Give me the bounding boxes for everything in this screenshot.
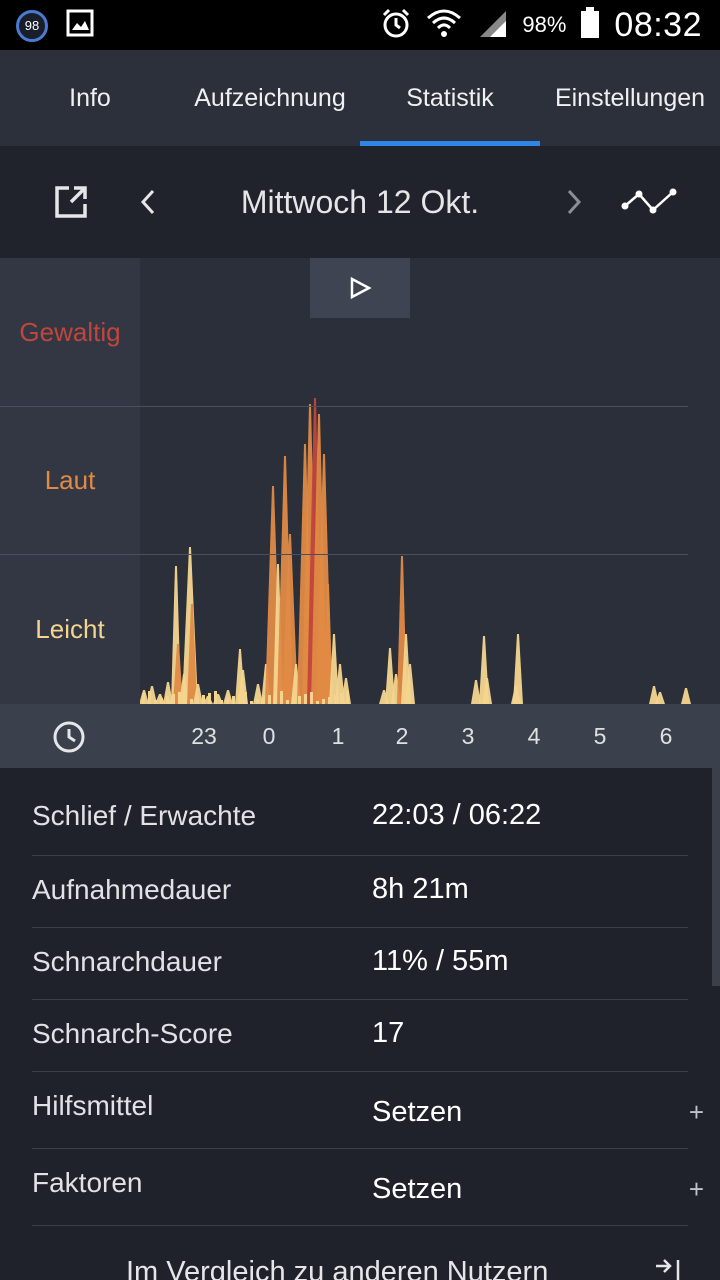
add-remedy-icon[interactable]: + xyxy=(689,1097,704,1128)
chevron-left-icon[interactable] xyxy=(130,176,166,228)
stat-label: Schnarch-Score xyxy=(32,1018,233,1049)
snore-speckle xyxy=(340,693,343,704)
date-title: Mittwoch 12 Okt. xyxy=(240,183,480,220)
play-button[interactable] xyxy=(310,258,410,318)
stat-label: Schnarchdauer xyxy=(32,946,222,977)
stat-label: Aufnahmedauer xyxy=(32,874,232,905)
stat-row-remedies[interactable]: Hilfsmittel Setzen + xyxy=(32,1072,704,1149)
snoring-chart: Gewaltig Laut Leicht xyxy=(0,258,720,704)
clock-time: 08:32 xyxy=(614,5,702,44)
snore-speckle xyxy=(334,695,337,704)
snore-speckle xyxy=(178,692,181,704)
stat-value: 8h 21m xyxy=(372,873,469,905)
tab-statistik[interactable]: Statistik xyxy=(360,50,540,146)
x-tick: 2 xyxy=(395,722,409,749)
stat-row-factors[interactable]: Faktoren Setzen + xyxy=(32,1149,704,1226)
y-label-laut: Laut xyxy=(0,406,140,554)
clock-icon xyxy=(52,720,86,759)
share-icon[interactable] xyxy=(48,176,94,228)
stat-row-snore-score: Schnarch-Score 17 xyxy=(32,1000,688,1072)
y-label-gewaltig: Gewaltig xyxy=(0,258,140,406)
tab-bar: Info Aufzeichnung Statistik Einstellunge… xyxy=(0,50,720,146)
gridline xyxy=(0,554,688,555)
snore-speckle xyxy=(172,694,175,704)
stat-row-sleep-wake: Schlief / Erwachte 22:03 / 06:22 xyxy=(32,782,688,856)
battery-percent: 98% xyxy=(522,12,567,37)
snore-speckle xyxy=(304,694,307,704)
x-tick: 4 xyxy=(527,722,541,749)
trend-icon[interactable] xyxy=(620,176,680,228)
factors-set-button[interactable]: Setzen xyxy=(372,1173,462,1206)
snore-speckle xyxy=(328,697,331,704)
chart-plot-area xyxy=(140,258,720,704)
snore-speckle xyxy=(274,693,277,704)
gridline xyxy=(0,406,688,407)
snore-speckle xyxy=(262,697,265,704)
snore-speckle xyxy=(346,691,349,704)
chevron-right-icon[interactable] xyxy=(556,176,592,228)
stat-label: Faktoren xyxy=(32,1167,143,1198)
snore-speckle xyxy=(196,697,199,704)
date-navigation: Mittwoch 12 Okt. xyxy=(0,146,720,258)
x-tick: 23 xyxy=(191,722,217,749)
snore-speckle xyxy=(214,691,217,704)
add-factor-icon[interactable]: + xyxy=(689,1174,704,1205)
snore-spike xyxy=(513,634,523,704)
battery-icon xyxy=(580,6,600,44)
stats-list: Schlief / Erwachte 22:03 / 06:22 Aufnahm… xyxy=(0,768,720,1280)
y-label-leicht: Leicht xyxy=(0,554,140,704)
notification-badge: 98 xyxy=(16,9,48,42)
snore-speckle xyxy=(142,693,145,704)
tab-einstellungen[interactable]: Einstellungen xyxy=(540,50,720,146)
tab-aufzeichnung[interactable]: Aufzeichnung xyxy=(180,50,360,146)
snore-speckle xyxy=(208,693,211,704)
snore-speckle xyxy=(268,695,271,704)
x-tick: 0 xyxy=(262,722,276,749)
snore-speckle xyxy=(232,696,235,704)
tab-info[interactable]: Info xyxy=(0,50,180,146)
snoring-plot-svg xyxy=(140,398,691,704)
compare-users-link[interactable]: Im Vergleich zu anderen Nutzern xyxy=(126,1256,548,1280)
x-tick: 5 xyxy=(593,722,607,749)
snore-speckle xyxy=(298,696,301,704)
stat-label: Hilfsmittel xyxy=(32,1090,154,1121)
x-tick: 1 xyxy=(331,722,345,749)
stat-row-snore-duration: Schnarchdauer 11% / 55m xyxy=(32,928,688,1000)
snore-speckle xyxy=(280,691,283,704)
snore-speckle xyxy=(202,695,205,704)
remedies-set-button[interactable]: Setzen xyxy=(372,1096,462,1129)
stat-value: 11% / 55m xyxy=(372,945,509,977)
alarm-icon xyxy=(380,7,412,44)
snore-spike xyxy=(681,688,691,704)
stat-value: 22:03 / 06:22 xyxy=(372,799,542,831)
snore-speckle xyxy=(166,696,169,704)
snore-speckle xyxy=(148,691,151,704)
stat-value: 17 xyxy=(372,1017,405,1049)
snore-speckle xyxy=(310,692,313,704)
status-bar: 98 98% 08:32 xyxy=(0,0,720,50)
x-tick: 3 xyxy=(461,722,475,749)
wifi-icon xyxy=(426,7,462,44)
scrollbar[interactable] xyxy=(712,768,720,986)
stat-row-recording-duration: Aufnahmedauer 8h 21m xyxy=(32,856,688,928)
x-tick: 6 xyxy=(659,722,673,749)
signal-icon xyxy=(476,7,508,44)
snore-speckle xyxy=(238,694,241,704)
open-compare-icon[interactable] xyxy=(652,1258,686,1280)
stat-label: Schlief / Erwachte xyxy=(32,800,257,831)
image-icon xyxy=(66,9,94,42)
play-icon xyxy=(350,276,372,300)
snore-speckle xyxy=(244,692,247,704)
time-axis: 23 0 1 2 3 4 5 6 xyxy=(0,704,720,768)
